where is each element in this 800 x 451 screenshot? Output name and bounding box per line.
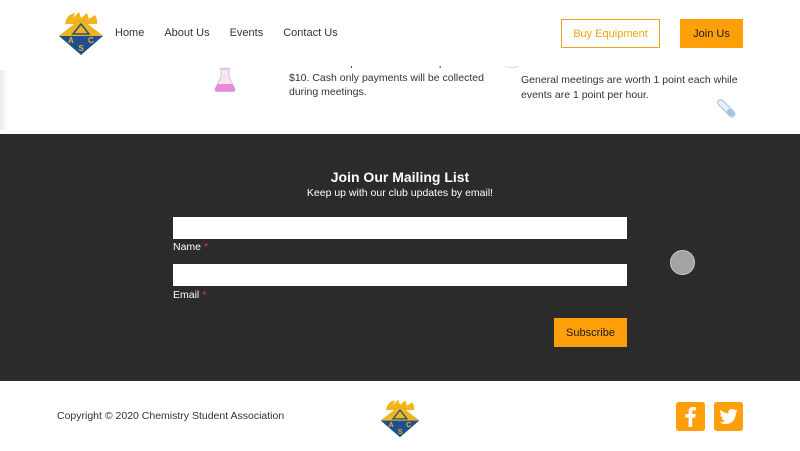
logo-letter-a: A bbox=[68, 36, 74, 45]
test-tube-icon bbox=[717, 99, 736, 118]
points-info-text: General meetings are worth 1 point each … bbox=[521, 74, 738, 101]
nav-events[interactable]: Events bbox=[230, 27, 264, 39]
email-label-text: Email bbox=[173, 289, 200, 301]
cursor-indicator bbox=[670, 250, 695, 275]
buy-equipment-button[interactable]: Buy Equipment bbox=[561, 19, 660, 48]
site-footer: Copyright © 2020 Chemistry Student Assoc… bbox=[0, 381, 800, 451]
join-us-button[interactable]: Join Us bbox=[680, 19, 743, 48]
name-input[interactable] bbox=[173, 217, 627, 239]
email-label: Email * bbox=[173, 289, 206, 301]
logo-letter-c: C bbox=[406, 422, 411, 429]
logo-letter-a: A bbox=[389, 422, 394, 429]
logo-letter-c: C bbox=[88, 36, 94, 45]
site-header: A C S Home About Us Events Contact Us Bu… bbox=[0, 0, 800, 66]
logo-letter-s: S bbox=[79, 44, 85, 53]
mailing-list-section: Join Our Mailing List Keep up with our c… bbox=[0, 134, 800, 381]
mailing-list-title: Join Our Mailing List bbox=[330, 169, 470, 185]
acs-logo[interactable]: A C S bbox=[57, 10, 105, 56]
nav-about-us[interactable]: About Us bbox=[164, 27, 209, 39]
required-marker: * bbox=[204, 241, 209, 253]
required-marker: * bbox=[202, 289, 207, 301]
nav-contact-us[interactable]: Contact Us bbox=[283, 27, 337, 39]
name-label: Name * bbox=[173, 241, 208, 253]
name-label-text: Name bbox=[173, 241, 202, 253]
side-shadow bbox=[0, 70, 8, 130]
facebook-icon[interactable] bbox=[676, 402, 705, 431]
email-input[interactable] bbox=[173, 264, 627, 286]
logo-letter-s: S bbox=[398, 429, 403, 436]
nav-home[interactable]: Home bbox=[115, 27, 144, 39]
flask-icon bbox=[214, 67, 236, 92]
twitter-icon[interactable] bbox=[714, 402, 743, 431]
subscribe-button[interactable]: Subscribe bbox=[554, 318, 627, 347]
main-nav: Home About Us Events Contact Us bbox=[115, 27, 358, 39]
mailing-list-subtitle: Keep up with our club updates by email! bbox=[306, 187, 494, 199]
acs-footer-logo: A C S bbox=[380, 399, 420, 438]
copyright-text: Copyright © 2020 Chemistry Student Assoc… bbox=[57, 410, 285, 422]
